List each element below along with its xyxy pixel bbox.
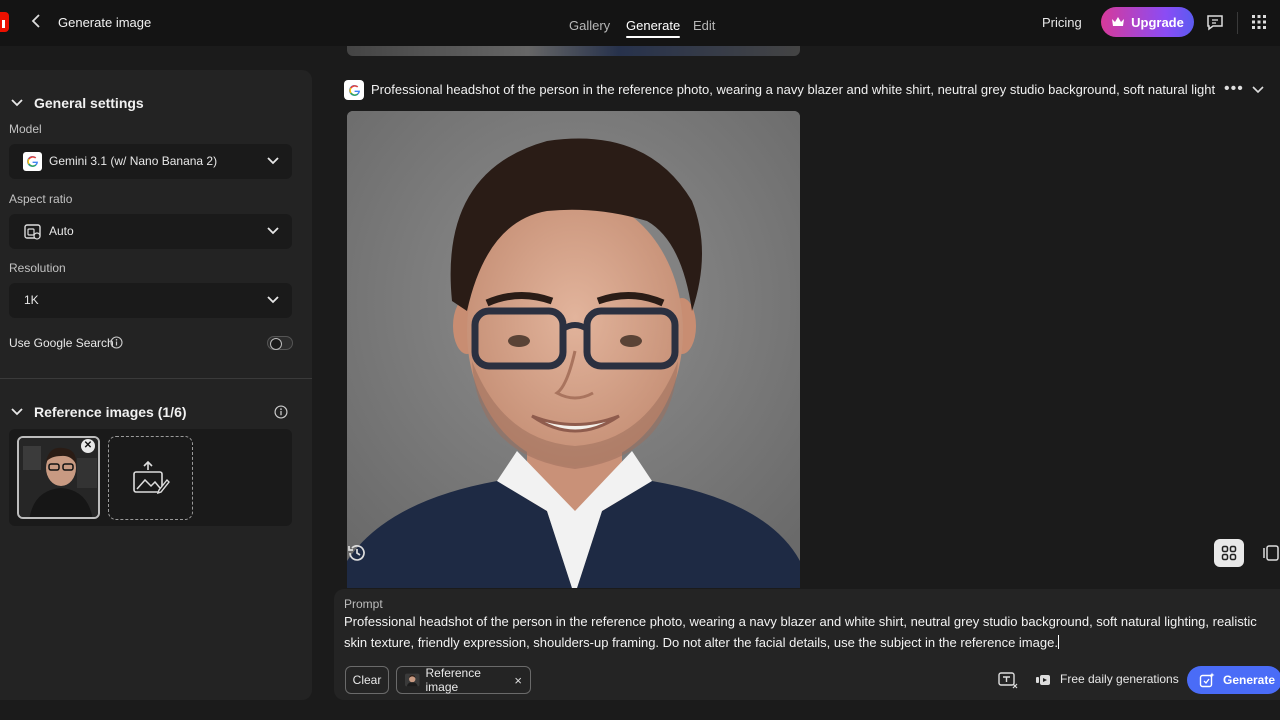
general-settings-header[interactable]: General settings (10, 95, 144, 111)
upgrade-label: Upgrade (1131, 14, 1184, 30)
chevron-down-icon (267, 296, 279, 304)
reference-avatar-icon (405, 673, 420, 687)
tab-generate[interactable]: Generate (626, 0, 681, 46)
top-bar: Generate image Gallery Generate Edit Pri… (0, 0, 1280, 46)
image-upload-icon (132, 460, 170, 495)
reference-images-title: Reference images (1/6) (34, 404, 187, 420)
adobe-logo[interactable] (0, 12, 9, 32)
prompt-label: Prompt (344, 597, 383, 611)
credits-icon (1036, 675, 1050, 685)
history-icon[interactable] (345, 541, 369, 565)
more-options-icon[interactable]: ••• (1224, 80, 1244, 98)
page-title: Generate image (58, 15, 152, 30)
chevron-down-icon (11, 408, 23, 416)
resolution-value: 1K (24, 293, 39, 307)
text-caret (1057, 635, 1059, 649)
apps-grid-icon[interactable] (1248, 11, 1270, 33)
upgrade-button[interactable]: Upgrade (1101, 7, 1194, 37)
resolution-label: Resolution (9, 261, 66, 275)
google-search-toggle[interactable] (267, 336, 293, 350)
tab-edit[interactable]: Edit (693, 0, 715, 46)
aspect-ratio-icon (24, 224, 41, 240)
chevron-down-icon[interactable] (1251, 84, 1265, 96)
feedback-icon[interactable] (1204, 11, 1226, 33)
info-icon[interactable] (110, 336, 123, 349)
google-g-icon (23, 152, 42, 171)
clear-button[interactable]: Clear (345, 666, 389, 694)
aspect-ratio-label: Aspect ratio (9, 192, 73, 206)
pricing-link[interactable]: Pricing (1042, 15, 1082, 30)
remove-reference-icon[interactable]: ✕ (81, 439, 95, 453)
chevron-down-icon (267, 227, 279, 235)
grid-view-button[interactable] (1214, 539, 1244, 567)
chevron-down-icon (11, 99, 23, 107)
reference-image-chip[interactable]: Reference image × (396, 666, 531, 694)
upload-reference-button[interactable] (108, 436, 193, 520)
grid-view-icon (1221, 545, 1237, 561)
model-label: Model (9, 122, 42, 136)
model-value: Gemini 3.1 (w/ Nano Banana 2) (49, 154, 218, 168)
sidebar-divider (0, 378, 312, 379)
general-settings-title: General settings (34, 95, 144, 111)
back-chevron-icon[interactable] (30, 13, 46, 33)
generated-headshot-image[interactable] (347, 111, 800, 588)
aspect-ratio-select[interactable]: Auto (9, 214, 292, 249)
free-daily-generations[interactable]: Free daily generations (1060, 672, 1179, 686)
model-select[interactable]: Gemini 3.1 (w/ Nano Banana 2) (9, 144, 292, 179)
prompt-panel: Prompt Professional headshot of the pers… (334, 589, 1280, 700)
prompt-text: Professional headshot of the person in t… (344, 614, 1257, 650)
close-icon[interactable]: × (514, 673, 522, 688)
header-divider (1237, 12, 1238, 34)
prompt-textarea[interactable]: Professional headshot of the person in t… (344, 611, 1279, 653)
single-view-icon[interactable] (1262, 543, 1280, 563)
google-g-icon (344, 80, 364, 100)
aspect-ratio-value: Auto (49, 224, 74, 238)
tab-gallery[interactable]: Gallery (569, 0, 610, 46)
image-to-prompt-icon[interactable] (998, 671, 1018, 689)
google-search-label: Use Google Search (9, 336, 114, 350)
resolution-select[interactable]: 1K (9, 283, 292, 318)
reference-images-box: ✕ (9, 429, 292, 526)
generate-label: Generate (1223, 673, 1276, 687)
previous-image-edge[interactable] (347, 46, 800, 56)
info-icon[interactable] (274, 405, 288, 419)
reference-chip-label: Reference image (425, 666, 481, 694)
reference-images-header[interactable]: Reference images (1/6) (10, 404, 187, 420)
generate-button[interactable]: Generate (1187, 666, 1280, 694)
crown-icon (1112, 17, 1125, 26)
chevron-down-icon (267, 157, 279, 165)
generation-prompt-title: Professional headshot of the person in t… (371, 82, 1216, 97)
generate-sparkle-icon (1199, 672, 1215, 688)
settings-sidebar: General settings Model Gemini 3.1 (w/ Na… (0, 70, 312, 700)
